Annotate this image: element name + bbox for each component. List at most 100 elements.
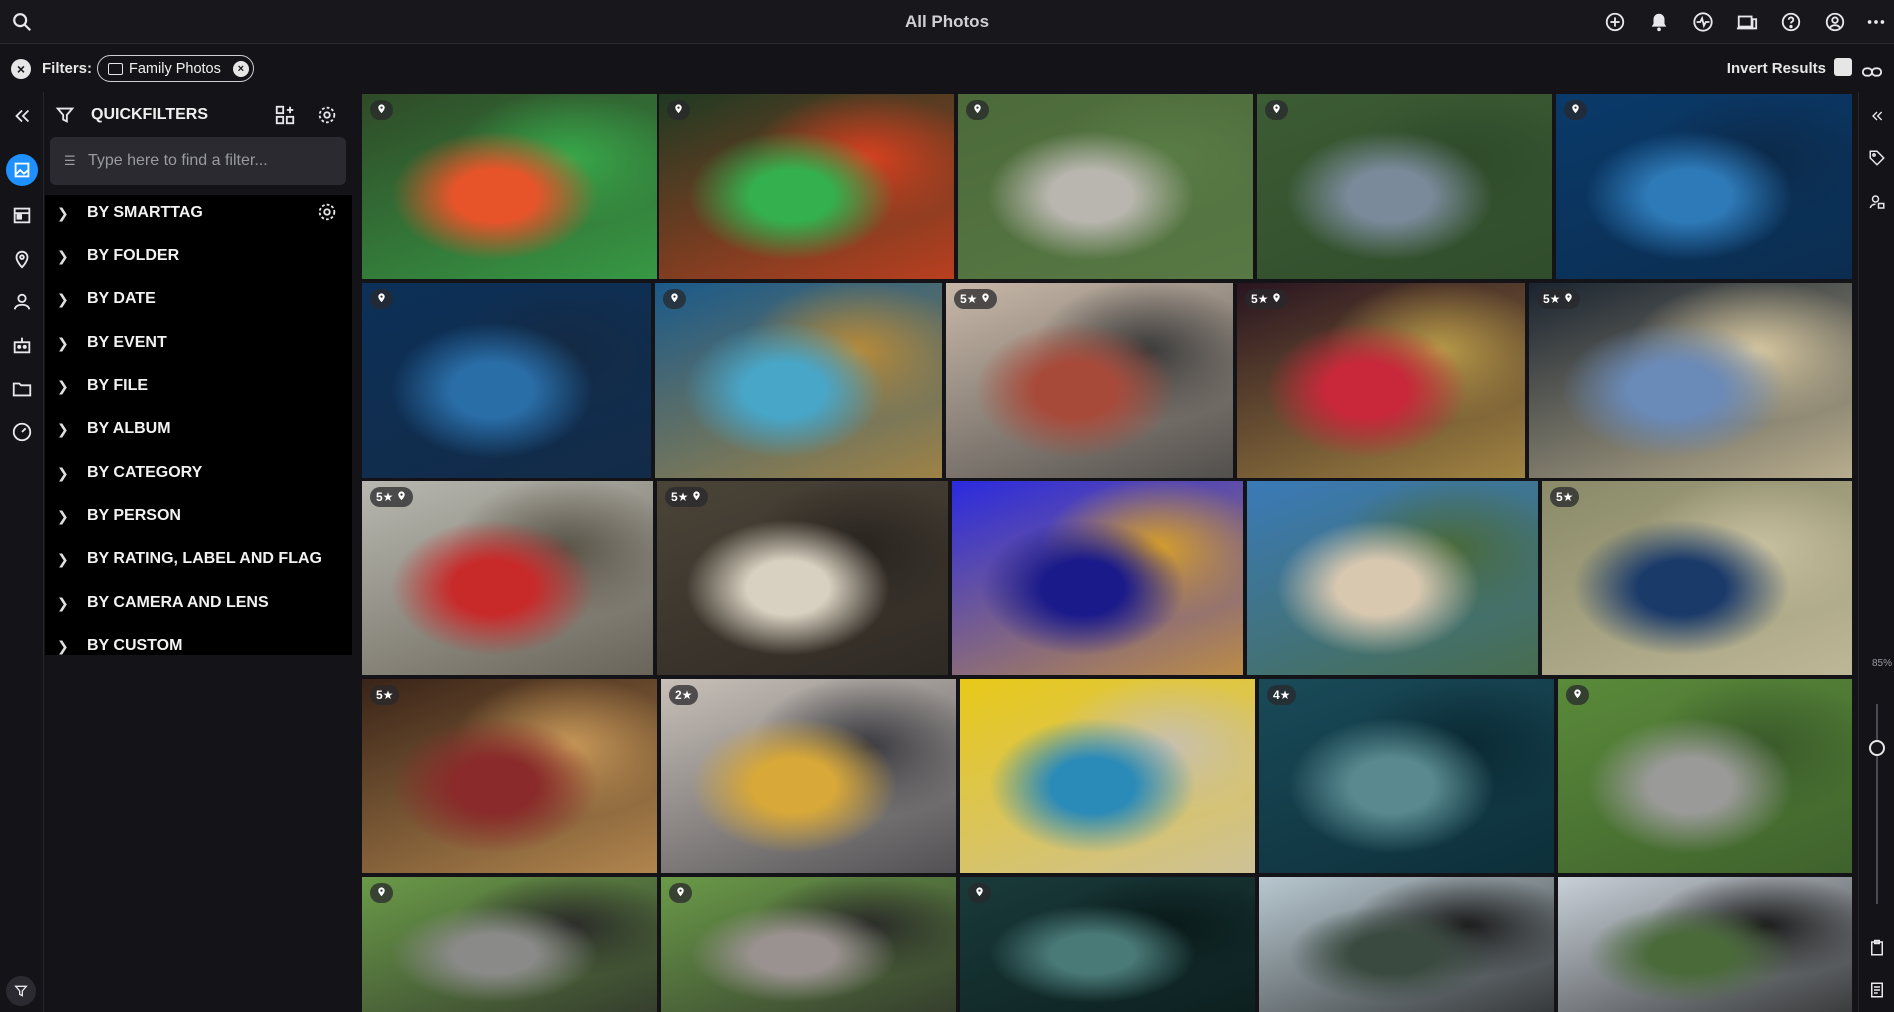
photo-thumbnail-man-eating-street-food[interactable]: 5★: [1529, 283, 1852, 478]
clipboard-icon[interactable]: [1863, 934, 1891, 962]
left-rail: [0, 92, 44, 1012]
notes-icon[interactable]: [1863, 976, 1891, 1004]
photo-thumbnail-photographing-fish[interactable]: [960, 877, 1255, 1012]
filter-toggle-icon[interactable]: [6, 976, 36, 1006]
folder-nav-icon[interactable]: [8, 375, 36, 403]
quickfilter-item-rating[interactable]: ❯ BY RATING, LABEL AND FLAG: [45, 541, 352, 577]
location-pin-icon: [673, 103, 684, 117]
photo-badge: 5★: [954, 289, 998, 309]
photo-thumbnail-shark-aquarium[interactable]: 4★: [1259, 679, 1554, 873]
person-icon[interactable]: [8, 288, 36, 316]
quickfilter-item-person[interactable]: ❯ BY PERSON: [45, 498, 352, 534]
location-pin-icon: [376, 886, 387, 900]
collapse-panel-icon[interactable]: [8, 102, 36, 130]
photo-thumbnail-man-eating-bowl[interactable]: 5★: [657, 481, 948, 675]
quickfilter-item-custom[interactable]: ❯ BY CUSTOM: [45, 628, 352, 664]
chevron-right-icon: ❯: [57, 507, 69, 524]
activity-icon[interactable]: [1689, 8, 1717, 36]
location-pin-icon: [669, 292, 680, 306]
photo-thumbnail-telephoto-lens-reeds[interactable]: [1558, 877, 1852, 1012]
quickfilter-item-file[interactable]: ❯ BY FILE: [45, 368, 352, 404]
filter-chip[interactable]: Family Photos ×: [97, 55, 254, 82]
chevron-right-icon: ❯: [57, 204, 69, 221]
quickfilter-item-folder[interactable]: ❯ BY FOLDER: [45, 238, 352, 274]
quickfilter-item-date[interactable]: ❯ BY DATE: [45, 281, 352, 317]
search-icon[interactable]: [8, 8, 36, 36]
rating-label: 5★: [960, 292, 978, 306]
chevron-right-icon: ❯: [57, 377, 69, 394]
dashboard-icon[interactable]: [8, 418, 36, 446]
clear-filters-button[interactable]: ×: [11, 59, 31, 79]
help-icon[interactable]: [1777, 8, 1805, 36]
quickfilter-item-category[interactable]: ❯ BY CATEGORY: [45, 455, 352, 491]
chevron-right-icon: ❯: [57, 247, 69, 264]
filter-search-input[interactable]: ☰ Type here to find a filter...: [50, 137, 346, 185]
photo-thumbnail-aquarium-tunnel[interactable]: [1556, 94, 1852, 279]
invert-toggle-icon[interactable]: [1834, 58, 1852, 76]
panel-title: QUICKFILTERS: [91, 106, 209, 123]
location-pin-icon: [974, 886, 985, 900]
photo-thumbnail-family-at-aquarium[interactable]: [362, 283, 651, 478]
photo-badge: 5★: [1550, 487, 1580, 507]
photo-thumbnail-traveler-lantern-street[interactable]: 5★: [362, 481, 653, 675]
tag-icon[interactable]: [1863, 144, 1891, 172]
quickfilter-item-smarttag[interactable]: ❯ BY SMARTTAG: [45, 195, 352, 231]
filter-bar: × Filters: Family Photos × Invert Result…: [0, 45, 1894, 91]
location-pin-icon: [1570, 103, 1581, 117]
photo-thumbnail-bearded-man-cafe[interactable]: 5★: [362, 679, 657, 873]
rating-label: 5★: [1251, 292, 1269, 306]
link-icon[interactable]: [1858, 58, 1886, 86]
filter-chip-label: Family Photos: [129, 60, 221, 77]
photo-thumbnail-parrot-on-hand-2[interactable]: [659, 94, 954, 279]
invert-results-label[interactable]: Invert Results: [1727, 60, 1826, 77]
photo-thumbnail-photographer-goldfish-bags[interactable]: 5★: [946, 283, 1233, 478]
quickfilter-label: BY DATE: [87, 290, 156, 307]
quickfilter-item-album[interactable]: ❯ BY ALBUM: [45, 411, 352, 447]
quickfilter-label: BY SMARTTAG: [87, 204, 203, 221]
expand-right-icon[interactable]: [1863, 102, 1891, 130]
bell-icon[interactable]: [1645, 8, 1673, 36]
photo-thumbnail-night-market-backpacker[interactable]: 5★: [1237, 283, 1525, 478]
zoom-level: 85%: [1871, 658, 1892, 669]
photos-icon[interactable]: [6, 154, 38, 186]
photo-thumbnail-parrot-on-hand[interactable]: [362, 94, 657, 279]
add-icon[interactable]: [1601, 8, 1629, 36]
quickfilter-label: BY PERSON: [87, 507, 181, 524]
photo-thumbnail-hiker-smiling-forest[interactable]: 5★: [1542, 481, 1852, 675]
photo-thumbnail-woman-yellow-wall[interactable]: [960, 679, 1255, 873]
right-rail: 85%: [1858, 92, 1894, 1012]
photo-thumbnail-jellyfish-silhouettes[interactable]: [952, 481, 1243, 675]
more-icon[interactable]: [1862, 8, 1890, 36]
photo-thumbnail-woman-with-parrots[interactable]: [958, 94, 1253, 279]
add-widget-icon[interactable]: [271, 101, 299, 129]
smarttag-settings-icon[interactable]: [316, 201, 338, 223]
chevron-right-icon: ❯: [57, 550, 69, 567]
quickfilter-item-event[interactable]: ❯ BY EVENT: [45, 325, 352, 361]
photo-thumbnail-man-with-parrots[interactable]: [1257, 94, 1552, 279]
photo-thumbnail-hiker-feeding-horse[interactable]: [362, 877, 657, 1012]
quickfilter-label: BY CAMERA AND LENS: [87, 594, 269, 611]
robot-icon[interactable]: [8, 331, 36, 359]
photo-thumbnail-hiker-feeding-horse-2[interactable]: [661, 877, 956, 1012]
photo-thumbnail-phone-photo-horse[interactable]: [1247, 481, 1538, 675]
photo-thumbnail-child-at-fish-tank[interactable]: [655, 283, 942, 478]
devices-icon[interactable]: [1733, 8, 1761, 36]
zoom-slider-track[interactable]: [1876, 704, 1878, 904]
photo-thumbnail-telephoto-lens-lake[interactable]: [1259, 877, 1554, 1012]
photo-badge: [370, 883, 393, 903]
panel-settings-icon[interactable]: [313, 101, 341, 129]
zoom-slider-handle[interactable]: [1869, 740, 1885, 756]
photo-thumbnail-hiker-with-horse[interactable]: [1558, 679, 1852, 873]
location-pin-icon: [972, 103, 983, 117]
account-icon[interactable]: [1821, 8, 1849, 36]
remove-filter-icon[interactable]: ×: [232, 60, 249, 77]
calendar-icon[interactable]: [8, 201, 36, 229]
photo-badge: 5★: [1537, 289, 1581, 309]
quickfilter-item-camera[interactable]: ❯ BY CAMERA AND LENS: [45, 585, 352, 621]
photo-grid: 5★ 5★ 5★ 5★ 5★ 5★ 5★ 2★ 4★: [360, 92, 1856, 1012]
location-icon[interactable]: [8, 245, 36, 273]
photo-badge: 2★: [669, 685, 699, 705]
photo-thumbnail-family-on-couch[interactable]: 2★: [661, 679, 956, 873]
face-recognition-icon[interactable]: [1863, 188, 1891, 216]
location-pin-icon: [1271, 103, 1282, 117]
